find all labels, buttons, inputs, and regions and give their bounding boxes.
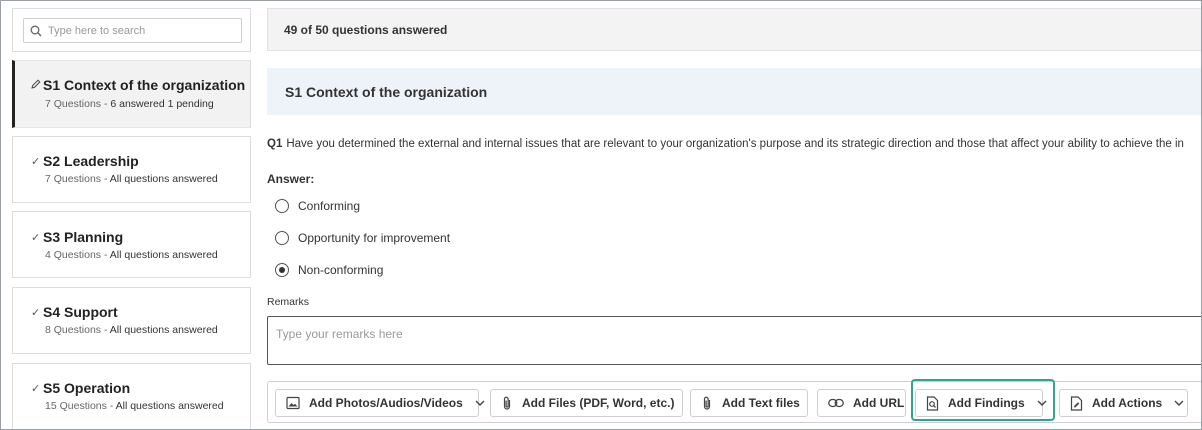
image-icon [286, 396, 300, 410]
add-actions-button[interactable]: Add Actions [1059, 389, 1188, 417]
section-item-s4[interactable]: ✓ S4 Support 8 Questions - All questions… [12, 287, 251, 354]
add-photos-button[interactable]: Add Photos/Audios/Videos [275, 389, 485, 417]
section-status: All questions answered [115, 400, 224, 412]
button-label: Add Photos/Audios/Videos [309, 396, 463, 410]
search-icon [30, 25, 42, 36]
section-item-s3[interactable]: ✓ S3 Planning 4 Questions - All question… [12, 211, 251, 278]
search-box[interactable] [23, 18, 242, 43]
search-input[interactable] [48, 24, 228, 37]
answer-label: Answer: [267, 172, 315, 186]
section-title: S4 Support [43, 304, 118, 320]
option-conforming[interactable]: Conforming [275, 199, 360, 213]
app-frame: S1 Context of the organization 7 Questio… [0, 0, 1202, 430]
question-number: Q1 [267, 138, 283, 150]
section-title: S1 Context of the organization [43, 77, 246, 93]
attachment-toolbar: Add Photos/Audios/Videos Add Files (PDF,… [267, 381, 1201, 423]
section-status: All questions answered [109, 249, 218, 261]
option-opportunity-for-improvement[interactable]: Opportunity for improvement [275, 231, 450, 245]
check-icon: ✓ [31, 155, 41, 168]
paperclip-icon [503, 396, 511, 410]
option-non-conforming[interactable]: Non-conforming [275, 263, 383, 277]
radio-button[interactable] [275, 231, 289, 245]
chevron-down-icon [1174, 400, 1184, 406]
section-title: S5 Operation [43, 380, 131, 396]
add-findings-button[interactable]: Add Findings [915, 389, 1047, 417]
question-count: 7 Questions - [45, 173, 110, 185]
chevron-down-icon [1037, 400, 1047, 406]
radio-button-selected[interactable] [275, 263, 289, 277]
document-edit-icon [1070, 395, 1083, 411]
section-subtitle: 8 Questions - All questions answered [45, 324, 218, 336]
section-item-s2[interactable]: ✓ S2 Leadership 7 Questions - All questi… [12, 136, 251, 203]
search-panel [12, 8, 251, 52]
check-icon: ✓ [31, 382, 41, 395]
question-count: 15 Questions - [45, 400, 116, 412]
button-label: Add Findings [948, 396, 1025, 410]
section-subtitle: 7 Questions - All questions answered [45, 173, 218, 185]
chevron-down-icon [475, 400, 485, 406]
document-search-icon [926, 395, 939, 411]
section-title: S3 Planning [43, 229, 124, 245]
progress-summary: 49 of 50 questions answered [267, 8, 1201, 51]
add-files-button[interactable]: Add Files (PDF, Word, etc.) [490, 389, 683, 417]
question-count: 8 Questions - [45, 324, 110, 336]
option-label: Non-conforming [298, 263, 384, 277]
sidebar: S1 Context of the organization 7 Questio… [1, 1, 261, 429]
section-status: All questions answered [109, 324, 218, 336]
button-label: Add Files (PDF, Word, etc.) [522, 396, 675, 410]
section-status: All questions answered [109, 173, 218, 185]
question-count: 4 Questions - [45, 249, 110, 261]
section-item-s1[interactable]: S1 Context of the organization 7 Questio… [12, 60, 251, 128]
add-text-files-button[interactable]: Add Text files [690, 389, 808, 417]
button-label: Add Actions [1092, 396, 1163, 410]
option-label: Conforming [298, 199, 361, 213]
section-subtitle: 4 Questions - All questions answered [45, 249, 218, 261]
main-content: 49 of 50 questions answered S1 Context o… [267, 1, 1201, 429]
remarks-label: Remarks [267, 296, 310, 308]
pencil-icon [31, 78, 43, 92]
section-subtitle: 15 Questions - All questions answered [45, 400, 224, 412]
section-subtitle: 7 Questions - 6 answered 1 pending [45, 98, 214, 110]
question-count: 7 Questions - [45, 98, 111, 110]
section-item-s5[interactable]: ✓ S5 Operation 15 Questions - All questi… [12, 363, 251, 429]
section-header: S1 Context of the organization [267, 68, 1201, 115]
add-url-button[interactable]: Add URL [817, 389, 906, 417]
question-text: Q1 Have you determined the external and i… [267, 138, 1201, 150]
question-body: Have you determined the external and int… [286, 138, 1184, 150]
paperclip-icon [703, 396, 711, 410]
option-label: Opportunity for improvement [298, 231, 451, 245]
remarks-input[interactable] [267, 316, 1201, 365]
button-label: Add URL [853, 396, 905, 410]
check-icon: ✓ [31, 231, 41, 244]
section-status: 6 answered 1 pending [110, 98, 214, 110]
radio-button[interactable] [275, 199, 289, 213]
link-icon [828, 398, 844, 408]
check-icon: ✓ [31, 306, 41, 319]
section-title: S2 Leadership [43, 153, 139, 169]
button-label: Add Text files [722, 396, 800, 410]
